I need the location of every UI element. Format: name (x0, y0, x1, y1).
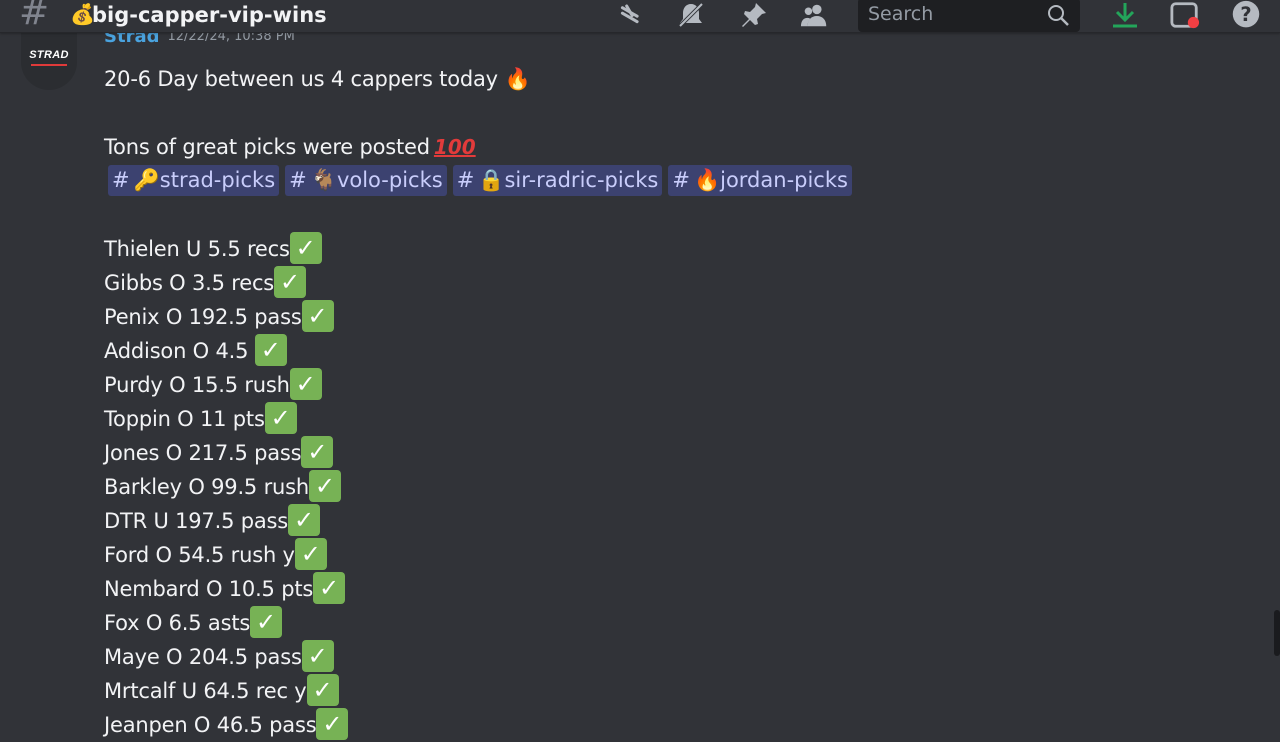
avatar-logo-underline (31, 64, 67, 66)
members-icon[interactable] (800, 2, 830, 28)
pick-text: Purdy O 15.5 rush (104, 373, 290, 397)
avatar-logo-text: STRAD (29, 49, 69, 61)
pick-text: DTR U 197.5 pass (104, 509, 288, 533)
pick-line: Thielen U 5.5 recs ✓ (104, 232, 322, 266)
pin-icon[interactable] (739, 2, 769, 28)
channel-name: big-capper-vip-wins (92, 3, 327, 27)
pick-line: DTR U 197.5 pass ✓ (104, 504, 320, 538)
check-mark-icon: ✓ (274, 266, 307, 298)
check-mark-icon: ✓ (288, 504, 320, 536)
mention-label: sir-radric-picks (504, 168, 659, 192)
pick-text: Jeanpen O 46.5 pass (104, 713, 317, 737)
check-mark-icon: ✓ (316, 708, 349, 740)
pick-text: Maye O 204.5 pass (104, 645, 302, 669)
pick-line: Mrtcalf U 64.5 rec y ✓ (104, 674, 339, 708)
check-mark-icon: ✓ (301, 640, 334, 672)
mention-label: jordan-picks (720, 168, 848, 192)
check-mark-icon: ✓ (264, 402, 297, 434)
pick-line: Barkley O 99.5 rush ✓ (104, 470, 341, 504)
mention-hash-icon: # (289, 168, 307, 192)
pick-text: Addison O 4.5 (104, 339, 255, 363)
pick-text: Thielen U 5.5 recs (104, 237, 290, 261)
text-channel-hash-icon: # (19, 0, 50, 33)
mention-label: volo-picks (336, 168, 443, 192)
inbox-icon[interactable] (1170, 2, 1200, 29)
check-mark-icon: ✓ (308, 470, 341, 502)
channel-mention-jordan-picks[interactable]: # 🔥jordan-picks (668, 165, 852, 196)
check-mark-icon: ✓ (313, 572, 346, 604)
pick-line: Penix O 192.5 pass ✓ (104, 300, 334, 334)
pick-text: Barkley O 99.5 rush (104, 475, 309, 499)
channel-mention-volo-picks[interactable]: # 🐐volo-picks (285, 165, 447, 196)
pick-text: Toppin O 11 pts (104, 407, 265, 431)
pick-line: Nembard O 10.5 pts ✓ (104, 572, 346, 606)
mention-emoji: 🔒 (478, 168, 505, 192)
mention-emoji: 🔥 (693, 168, 721, 192)
mention-hash-icon: # (456, 168, 475, 192)
check-mark-icon: ✓ (306, 674, 339, 706)
pick-line: Toppin O 11 pts ✓ (104, 402, 297, 436)
channel-mention-strad-picks[interactable]: # 🔑strad-picks (108, 165, 280, 196)
message-picks-line: Tons of great picks were posted 100 (104, 132, 476, 162)
pick-text: Fox O 6.5 asts (104, 611, 251, 635)
check-mark-icon: ✓ (289, 368, 322, 400)
search-placeholder: Search (868, 3, 934, 25)
pick-line: Gibbs O 3.5 recs ✓ (104, 266, 307, 300)
check-mark-icon: ✓ (250, 606, 283, 638)
author-avatar[interactable]: STRAD (21, 30, 77, 90)
intro-text: 20-6 Day between us 4 cappers today (104, 67, 498, 91)
pick-text: Penix O 192.5 pass (104, 305, 302, 329)
pick-text: Ford O 54.5 rush y (104, 543, 295, 567)
hundred-points-emoji: 100 (433, 135, 476, 159)
pick-line: Jones O 217.5 pass ✓ (104, 436, 334, 470)
pick-line: Jeanpen O 46.5 pass ✓ (104, 708, 349, 742)
channel-mentions: # 🔑strad-picks # 🐐volo-picks # 🔒sir-radric-pi… (108, 165, 858, 197)
picks-text: Tons of great picks were posted (104, 135, 430, 159)
svg-text:?: ? (1240, 3, 1251, 26)
message-intro-line: 20-6 Day between us 4 cappers today 🔥 (104, 64, 531, 94)
pick-line: Fox O 6.5 asts ✓ (104, 606, 283, 640)
mention-emoji: 🐐 (310, 168, 337, 192)
pick-text: Jones O 217.5 pass (104, 441, 302, 465)
pick-text: Gibbs O 3.5 recs (104, 271, 275, 295)
search-input[interactable]: Search (858, 0, 1080, 32)
download-icon[interactable] (1110, 2, 1140, 28)
scrollbar-thumb[interactable] (1274, 610, 1280, 656)
search-icon (1046, 3, 1070, 31)
channel-header: # 💰 big-capper-vip-wins Search ? (0, 0, 1280, 33)
pick-line: Purdy O 15.5 rush ✓ (104, 368, 322, 402)
mute-bell-icon[interactable] (676, 2, 706, 28)
check-mark-icon: ✓ (254, 334, 287, 366)
check-mark-icon: ✓ (289, 232, 322, 264)
help-icon[interactable]: ? (1231, 0, 1261, 28)
pick-line: Ford O 54.5 rush y ✓ (104, 538, 327, 572)
pick-text: Mrtcalf U 64.5 rec y (104, 679, 307, 703)
pick-line: Addison O 4.5 ✓ (104, 334, 287, 368)
pick-line: Maye O 204.5 pass ✓ (104, 640, 334, 674)
check-mark-icon: ✓ (301, 436, 334, 468)
check-mark-icon: ✓ (294, 538, 327, 570)
mention-hash-icon: # (112, 168, 130, 192)
pick-text: Nembard O 10.5 pts (104, 577, 314, 601)
fire-emoji: 🔥 (504, 67, 531, 91)
check-mark-icon: ✓ (301, 300, 334, 332)
mention-emoji: 🔑 (133, 168, 160, 192)
author-name[interactable]: Strad (104, 32, 159, 47)
message-timestamp: 12/22/24, 10:38 PM (167, 32, 295, 44)
channel-mention-sir-radric-picks[interactable]: # 🔒sir-radric-picks (452, 165, 663, 196)
mention-hash-icon: # (672, 168, 690, 192)
mention-label: strad-picks (159, 168, 276, 192)
message-header: Strad 12/22/24, 10:38 PM (104, 32, 295, 52)
threads-icon[interactable] (614, 2, 644, 28)
